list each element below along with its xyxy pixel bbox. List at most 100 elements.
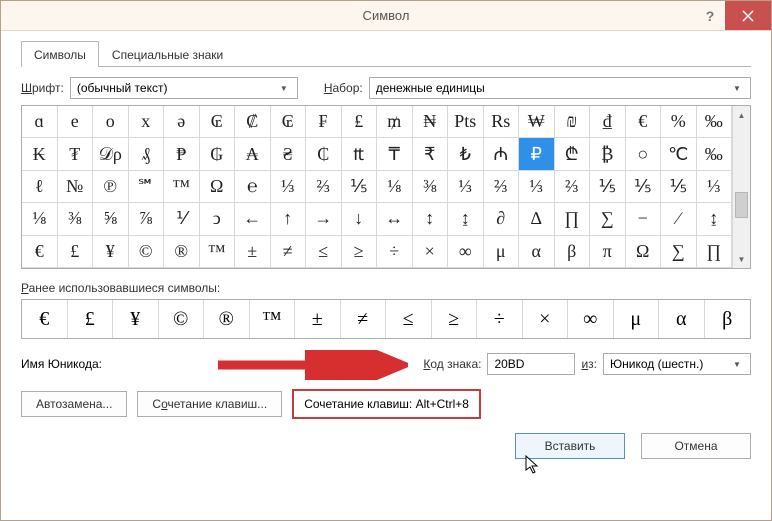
grid-cell[interactable]: ™ <box>164 171 200 203</box>
grid-cell[interactable]: ⅕ <box>342 171 378 203</box>
grid-cell[interactable]: o <box>93 106 129 138</box>
grid-cell[interactable]: ‰ <box>697 138 733 170</box>
grid-cell[interactable]: ⅓ <box>448 171 484 203</box>
grid-cell[interactable]: ∏ <box>697 236 733 268</box>
recent-cell[interactable]: £ <box>68 300 114 338</box>
from-combo[interactable]: Юникод (шестн.) ▼ <box>603 353 751 375</box>
grid-cell[interactable]: ₢ <box>200 106 236 138</box>
grid-cell[interactable]: ₦ <box>413 106 449 138</box>
grid-cell[interactable]: ∆ <box>519 203 555 235</box>
grid-cell[interactable]: ₸ <box>377 138 413 170</box>
grid-cell[interactable]: ₼ <box>484 138 520 170</box>
grid-cell[interactable]: € <box>626 106 662 138</box>
grid-cell[interactable]: ə <box>164 106 200 138</box>
grid-cell[interactable]: ⅕ <box>590 171 626 203</box>
grid-cell[interactable]: ∞ <box>448 236 484 268</box>
grid-cell[interactable]: ‰ <box>697 106 733 138</box>
grid-cell[interactable]: ≤ <box>306 236 342 268</box>
grid-cell[interactable]: ⅓ <box>697 171 733 203</box>
grid-cell[interactable]: ≠ <box>271 236 307 268</box>
grid-cell[interactable]: Ω <box>626 236 662 268</box>
scroll-up-icon[interactable]: ▲ <box>733 106 750 124</box>
grid-cell[interactable]: β <box>555 236 591 268</box>
grid-cell[interactable]: ₲ <box>200 138 236 170</box>
grid-cell[interactable]: ⅓ <box>519 171 555 203</box>
grid-cell[interactable]: ← <box>235 203 271 235</box>
recent-cell[interactable]: ™ <box>250 300 296 338</box>
recent-cell[interactable]: € <box>22 300 68 338</box>
recent-cell[interactable]: ≤ <box>386 300 432 338</box>
cancel-button[interactable]: Отмена <box>641 433 751 459</box>
grid-cell[interactable]: ⅜ <box>58 203 94 235</box>
recent-cell[interactable]: ¥ <box>113 300 159 338</box>
grid-cell[interactable]: π <box>590 236 626 268</box>
grid-cell[interactable]: © <box>129 236 165 268</box>
grid-cell[interactable]: α <box>519 236 555 268</box>
grid-cell[interactable]: ₭ <box>22 138 58 170</box>
grid-cell[interactable]: ↑ <box>271 203 307 235</box>
grid-cell[interactable]: ⅜ <box>413 171 449 203</box>
grid-cell[interactable]: ↕ <box>413 203 449 235</box>
grid-cell[interactable]: ⅝ <box>93 203 129 235</box>
close-button[interactable] <box>725 1 771 30</box>
grid-cell[interactable]: ₾ <box>555 138 591 170</box>
grid-cell[interactable]: ∑ <box>590 203 626 235</box>
grid-cell[interactable]: ⅕ <box>661 171 697 203</box>
grid-cell[interactable]: ⅔ <box>306 171 342 203</box>
autocorrect-button[interactable]: Автозамена... <box>21 391 127 417</box>
grid-cell[interactable]: ℃ <box>661 138 697 170</box>
grid-cell[interactable]: £ <box>58 236 94 268</box>
grid-cell[interactable]: ₥ <box>377 106 413 138</box>
character-grid[interactable]: ɑeoxə₢₡₢₣₤₥₦PtsRs₩₪₫€%‰₭₮𝒟ρ₰₱₲₳₴₵₶₸₹₺₼₽₾… <box>22 106 732 268</box>
grid-cell[interactable]: ⅓ <box>271 171 307 203</box>
grid-cell[interactable]: ≥ <box>342 236 378 268</box>
grid-cell[interactable]: ↔ <box>377 203 413 235</box>
insert-button[interactable]: Вставить <box>515 433 625 459</box>
grid-cell[interactable]: ₢ <box>271 106 307 138</box>
grid-cell[interactable]: ℓ <box>22 171 58 203</box>
grid-cell[interactable]: ∑ <box>661 236 697 268</box>
grid-cell[interactable]: ↨ <box>697 203 733 235</box>
grid-cell[interactable]: x <box>129 106 165 138</box>
recent-cell[interactable]: © <box>159 300 205 338</box>
grid-cell[interactable]: ₡ <box>235 106 271 138</box>
grid-cell[interactable]: − <box>626 203 662 235</box>
grid-cell[interactable]: μ <box>484 236 520 268</box>
grid-cell[interactable]: ₤ <box>342 106 378 138</box>
grid-cell[interactable]: ₩ <box>519 106 555 138</box>
grid-cell[interactable]: ± <box>235 236 271 268</box>
recent-cell[interactable]: α <box>659 300 705 338</box>
grid-cell[interactable]: ₣ <box>306 106 342 138</box>
recent-cell[interactable]: ÷ <box>477 300 523 338</box>
recent-cell[interactable]: × <box>523 300 569 338</box>
help-button[interactable]: ? <box>695 1 725 30</box>
grid-cell[interactable]: ℠ <box>129 171 165 203</box>
grid-cell[interactable]: ₮ <box>58 138 94 170</box>
grid-cell[interactable]: Ω <box>200 171 236 203</box>
grid-cell[interactable]: ₱ <box>164 138 200 170</box>
scroll-thumb[interactable] <box>735 192 748 218</box>
recent-cell[interactable]: ≥ <box>432 300 478 338</box>
char-code-input[interactable]: 20BD <box>487 353 575 375</box>
grid-cell[interactable]: ∕ <box>661 203 697 235</box>
grid-cell[interactable]: ™ <box>200 236 236 268</box>
grid-cell[interactable]: ₰ <box>129 138 165 170</box>
recent-cell[interactable]: ≠ <box>341 300 387 338</box>
recent-cell[interactable]: ± <box>295 300 341 338</box>
grid-cell[interactable]: ↄ <box>200 203 236 235</box>
recent-cell[interactable]: ∞ <box>568 300 614 338</box>
grid-cell[interactable]: 𝒟ρ <box>93 138 129 170</box>
tab-symbols[interactable]: Символы <box>21 41 99 67</box>
recent-cell[interactable]: μ <box>614 300 660 338</box>
subset-combo[interactable]: денежные единицы ▼ <box>369 77 751 99</box>
grid-cell[interactable]: ∏ <box>555 203 591 235</box>
grid-cell[interactable]: ⅕ <box>626 171 662 203</box>
grid-cell[interactable]: ⅟ <box>164 203 200 235</box>
grid-cell[interactable]: ₵ <box>306 138 342 170</box>
grid-cell[interactable]: ⅔ <box>484 171 520 203</box>
grid-cell[interactable]: ɑ <box>22 106 58 138</box>
grid-cell[interactable]: ↓ <box>342 203 378 235</box>
grid-cell[interactable]: ⅔ <box>555 171 591 203</box>
scroll-down-icon[interactable]: ▼ <box>733 250 750 268</box>
font-combo[interactable]: (обычный текст) ▼ <box>70 77 298 99</box>
